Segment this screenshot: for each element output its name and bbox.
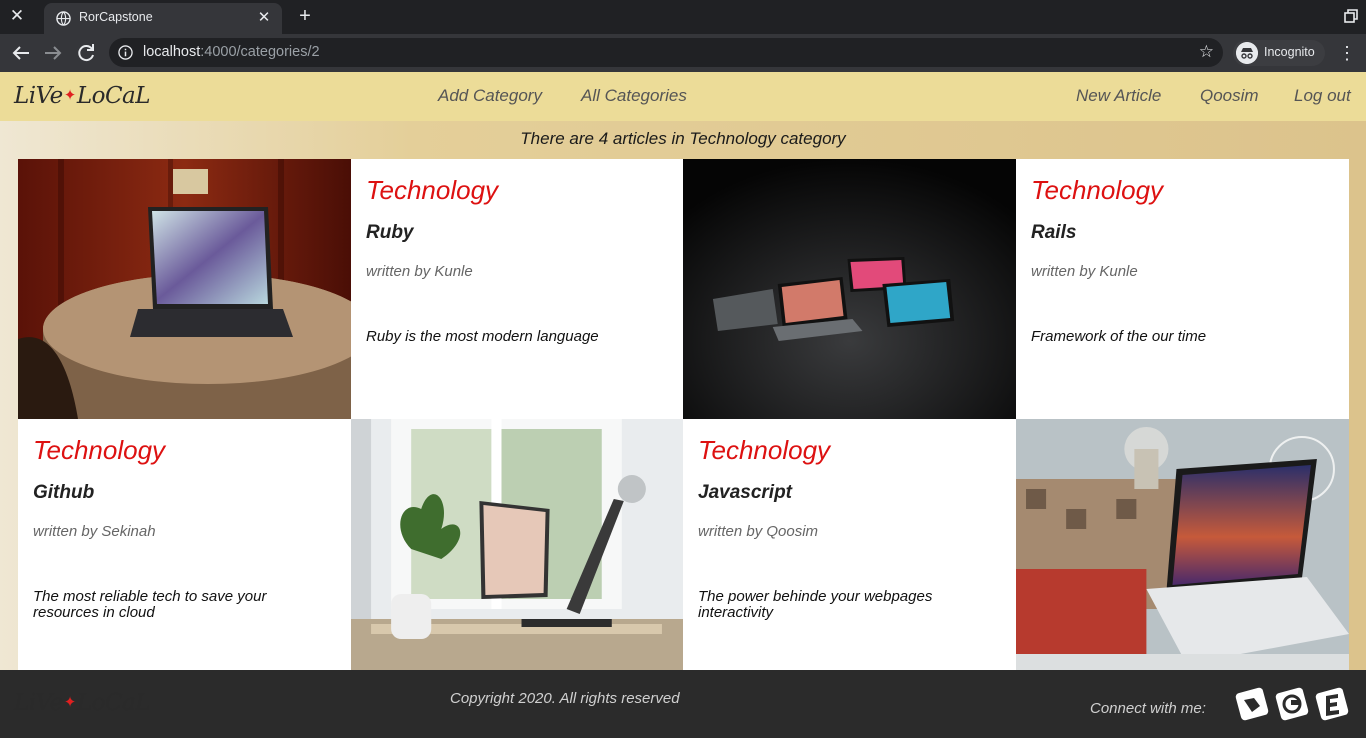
- site-header: LiVe✦LoCaL Add Category All Categories N…: [0, 72, 1366, 121]
- close-window-icon[interactable]: ✕: [6, 5, 28, 27]
- article-author: written by Qoosim: [698, 523, 819, 540]
- article-category[interactable]: Technology: [366, 175, 498, 206]
- forward-arrow-icon[interactable]: [41, 41, 65, 65]
- star-icon: ✦: [63, 693, 77, 711]
- article-text: Ruby is the most modern language: [366, 328, 599, 345]
- copyright-text: Copyright 2020. All rights reserved: [450, 690, 680, 707]
- restore-window-icon[interactable]: [1344, 9, 1358, 23]
- reload-icon[interactable]: [74, 41, 98, 65]
- web-page: LiVe✦LoCaL Add Category All Categories N…: [0, 72, 1366, 738]
- browser-toolbar: localhost:4000/categories/2 ☆ Incognito …: [0, 34, 1366, 72]
- browser-menu-icon[interactable]: ⋮: [1338, 42, 1356, 64]
- footer-logo[interactable]: LiVe✦LoCaL: [14, 690, 151, 716]
- article-category[interactable]: Technology: [698, 435, 830, 466]
- back-arrow-icon[interactable]: [9, 41, 33, 65]
- article-text: Framework of the our time: [1031, 328, 1207, 345]
- incognito-icon: [1236, 42, 1258, 64]
- article-card[interactable]: Technology Ruby written by Kunle Ruby is…: [351, 159, 684, 419]
- new-tab-icon[interactable]: +: [293, 4, 317, 28]
- nav-add-category[interactable]: Add Category: [438, 86, 542, 106]
- bookmark-star-icon[interactable]: ☆: [1199, 42, 1214, 62]
- nav-all-categories[interactable]: All Categories: [581, 86, 687, 106]
- incognito-label: Incognito: [1264, 45, 1315, 59]
- connect-label: Connect with me:: [1090, 700, 1206, 717]
- category-headline: There are 4 articles in Technology categ…: [520, 129, 846, 148]
- article-text: The power behinde your webpages interact…: [698, 588, 933, 621]
- site-footer: LiVe✦LoCaL Copyright 2020. All rights re…: [0, 670, 1366, 738]
- info-icon[interactable]: [118, 45, 133, 60]
- social-link-3-icon[interactable]: [1314, 686, 1350, 722]
- article-author: written by Kunle: [366, 263, 473, 280]
- article-author: written by Sekinah: [33, 523, 156, 540]
- article-category[interactable]: Technology: [1031, 175, 1163, 206]
- articles-grid: Technology Ruby written by Kunle Ruby is…: [18, 159, 1349, 670]
- article-card[interactable]: Technology Rails written by Kunle Framew…: [1016, 159, 1349, 419]
- article-image-ruby[interactable]: [18, 159, 351, 419]
- article-image-rails[interactable]: [683, 159, 1016, 419]
- article-image-javascript[interactable]: [1016, 419, 1349, 670]
- article-title[interactable]: Javascript: [698, 482, 792, 504]
- article-title[interactable]: Github: [33, 482, 94, 504]
- nav-new-article[interactable]: New Article: [1076, 86, 1161, 106]
- article-card[interactable]: Technology Github written by Sekinah The…: [18, 419, 351, 670]
- article-title[interactable]: Rails: [1031, 222, 1076, 244]
- social-link-1-icon[interactable]: [1234, 686, 1270, 722]
- url-text: localhost:4000/categories/2: [143, 44, 320, 60]
- tab-close-icon[interactable]: ✕: [254, 8, 274, 28]
- tab-title: RorCapstone: [79, 10, 153, 24]
- address-bar[interactable]: localhost:4000/categories/2 ☆: [109, 38, 1223, 67]
- article-category[interactable]: Technology: [33, 435, 165, 466]
- article-author: written by Kunle: [1031, 263, 1138, 280]
- globe-icon: [56, 11, 71, 26]
- browser-tabbar: ✕ RorCapstone ✕ +: [0, 0, 1366, 34]
- social-link-2-icon[interactable]: [1274, 686, 1310, 722]
- article-card[interactable]: Technology Javascript written by Qoosim …: [683, 419, 1016, 670]
- article-text: The most reliable tech to save your reso…: [33, 588, 267, 621]
- star-icon: ✦: [63, 86, 77, 104]
- incognito-badge[interactable]: Incognito: [1233, 40, 1325, 66]
- nav-user[interactable]: Qoosim: [1200, 86, 1259, 106]
- site-logo[interactable]: LiVe✦LoCaL: [14, 83, 151, 109]
- browser-tab[interactable]: RorCapstone ✕: [44, 3, 282, 34]
- article-title[interactable]: Ruby: [366, 222, 414, 244]
- nav-logout[interactable]: Log out: [1294, 86, 1351, 106]
- article-image-github[interactable]: [351, 419, 684, 670]
